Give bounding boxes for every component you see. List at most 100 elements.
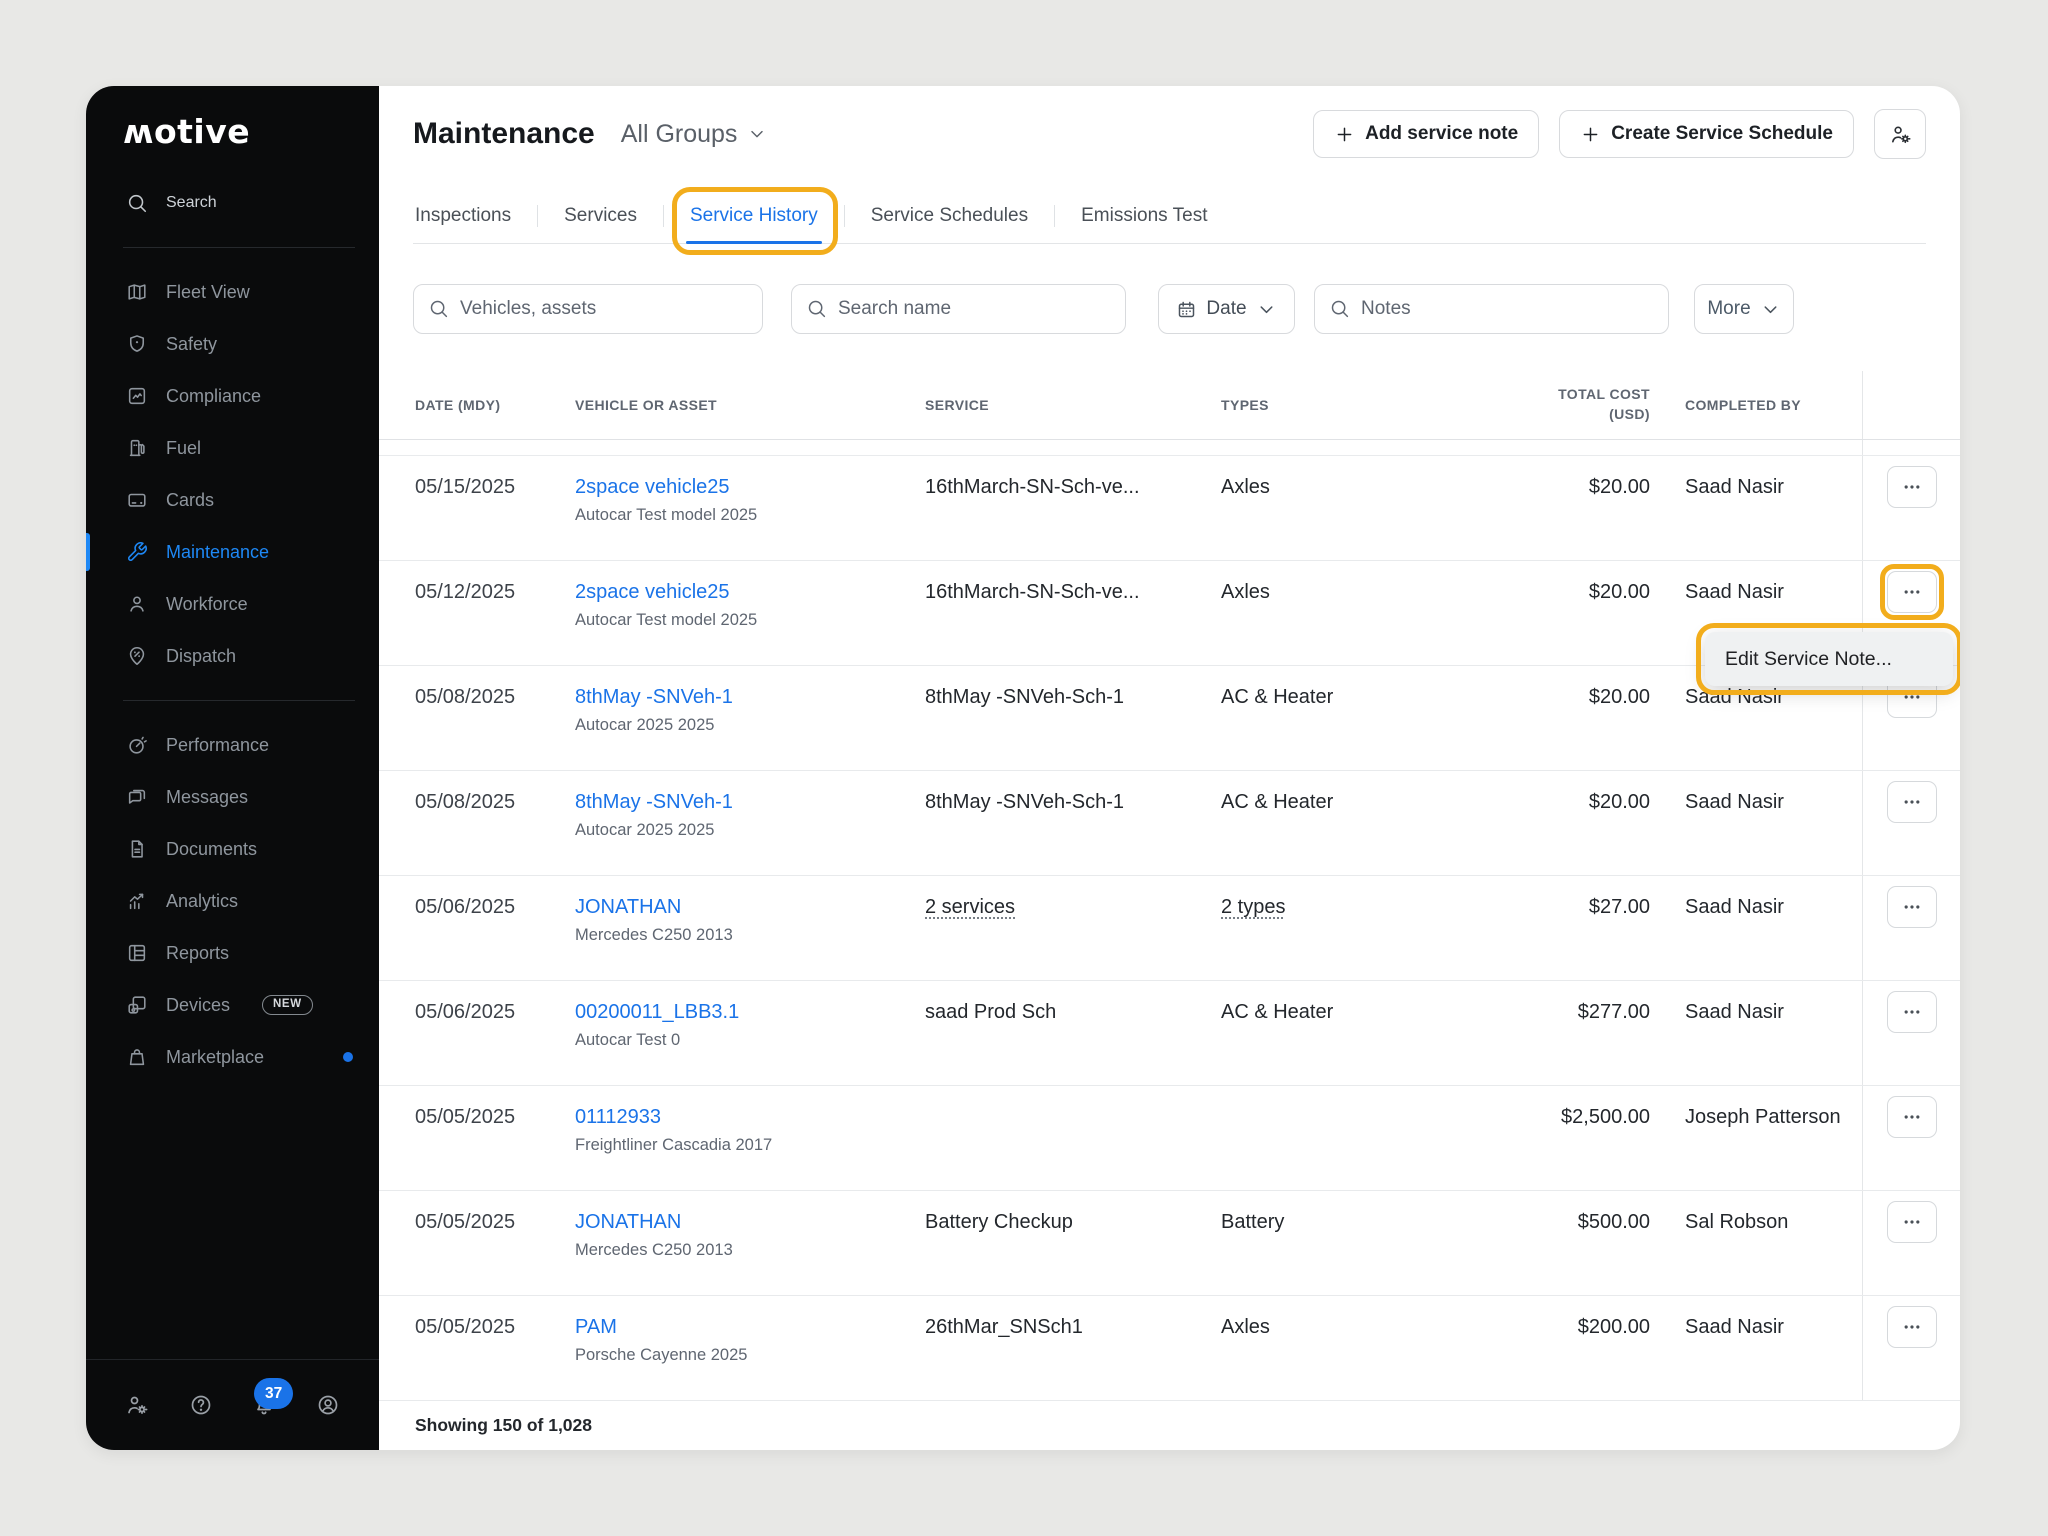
tabs: Inspections Services Service History Servic… xyxy=(413,158,1926,255)
cell-service: 8thMay -SNVeh-Sch-1 xyxy=(925,666,1221,770)
sidebar-item-fleet-view[interactable]: Fleet View xyxy=(86,266,379,318)
cell-date: 05/06/2025 xyxy=(415,1000,516,1023)
total-cost-line2: (USD) xyxy=(1609,405,1650,422)
cell-vehicle: 2space vehicle25 Autocar Test model 2025 xyxy=(575,561,925,665)
sidebar-item-messages[interactable]: Messages xyxy=(86,771,379,823)
name-filter-input[interactable] xyxy=(791,284,1126,334)
row-menu-button[interactable] xyxy=(1886,465,1937,508)
date-filter-button[interactable]: Date xyxy=(1158,284,1295,334)
cell-completed-by: Sal Robson xyxy=(1685,1210,1789,1233)
account-icon[interactable] xyxy=(316,1393,340,1417)
vehicle-model: Autocar Test 0 xyxy=(575,1030,681,1049)
row-menu-button[interactable] xyxy=(1886,780,1937,823)
cell-date: 05/05/2025 xyxy=(415,1105,516,1128)
vehicle-link[interactable]: PAM xyxy=(575,1314,925,1340)
filters-row: Date More xyxy=(413,284,1926,334)
row-menu-button[interactable] xyxy=(1886,885,1937,928)
row-menu-button[interactable] xyxy=(1886,990,1937,1033)
cell-vehicle: 2space vehicle25 Autocar Test model 2025 xyxy=(575,456,925,560)
notes-filter-input[interactable] xyxy=(1314,284,1669,334)
vehicle-link[interactable]: 2space vehicle25 xyxy=(575,579,925,605)
header-actions: Add service note Create Service Schedule xyxy=(1313,109,1926,159)
row-menu-button[interactable] xyxy=(1886,1200,1937,1243)
service-types[interactable]: 2 types xyxy=(1221,896,1285,918)
cell-completed-by: Joseph Patterson xyxy=(1685,1105,1841,1128)
cell-completed-by: Saad Nasir xyxy=(1685,1000,1784,1023)
sidebar-item-analytics[interactable]: Analytics xyxy=(86,875,379,927)
chevron-down-icon xyxy=(1256,299,1277,320)
sidebar-item-workforce[interactable]: Workforce xyxy=(86,578,379,630)
sidebar-item-devices[interactable]: Devices NEW xyxy=(86,979,379,1031)
table-header: DATE (MDY) VEHICLE OR ASSET SERVICE TYPE… xyxy=(379,371,1960,440)
service-name: 16thMarch-SN-Sch-ve... xyxy=(925,580,1140,603)
cell-service: 16thMarch-SN-Sch-ve... xyxy=(925,456,1221,560)
vehicle-model: Autocar 2025 2025 xyxy=(575,820,715,839)
row-menu-button[interactable] xyxy=(1886,1305,1937,1348)
vehicle-model: Mercedes C250 2013 xyxy=(575,925,733,944)
tab-inspections[interactable]: Inspections xyxy=(413,205,537,243)
vehicle-link[interactable]: 01112933 xyxy=(575,1104,925,1130)
row-menu-button[interactable] xyxy=(1879,563,1944,620)
service-name: 26thMar_SNSch1 xyxy=(925,1315,1083,1338)
cell-date: 05/12/2025 xyxy=(415,580,516,603)
more-filters-label: More xyxy=(1707,298,1751,319)
compliance-icon xyxy=(126,385,148,407)
create-service-schedule-button[interactable]: Create Service Schedule xyxy=(1559,110,1854,158)
vehicle-link[interactable]: 8thMay -SNVeh-1 xyxy=(575,789,925,815)
row-menu-button[interactable] xyxy=(1886,1095,1937,1138)
vehicles-filter-input[interactable] xyxy=(413,284,763,334)
tab-service-history[interactable]: Service History xyxy=(664,187,844,255)
cell-types: AC & Heater xyxy=(1221,666,1421,770)
sidebar-item-dispatch[interactable]: Dispatch xyxy=(86,630,379,682)
card-icon xyxy=(126,489,148,511)
search-icon xyxy=(126,192,148,214)
notifications-icon[interactable]: 37 xyxy=(252,1378,294,1417)
vehicle-link[interactable]: 00200011_LBB3.1 xyxy=(575,999,925,1025)
cell-total-cost: $27.00 xyxy=(1588,895,1650,918)
sidebar-item-label: Devices xyxy=(166,994,231,1015)
motive-logo: ʍotive xyxy=(123,112,251,151)
cell-actions xyxy=(1862,1190,1960,1295)
vehicle-link[interactable]: JONATHAN xyxy=(575,1209,925,1235)
tab-services[interactable]: Services xyxy=(538,205,663,243)
sidebar-item-documents[interactable]: Documents xyxy=(86,823,379,875)
tab-label: Service Schedules xyxy=(870,205,1029,226)
edit-service-note-menu-item[interactable]: Edit Service Note... xyxy=(1696,623,1960,695)
sidebar-item-cards[interactable]: Cards xyxy=(86,474,379,526)
tab-emissions-test[interactable]: Emissions Test xyxy=(1055,205,1233,243)
sidebar-item-reports[interactable]: Reports xyxy=(86,927,379,979)
vehicle-link[interactable]: 2space vehicle25 xyxy=(575,474,925,500)
sidebar-item-label: Safety xyxy=(166,333,218,354)
cell-total-cost: $20.00 xyxy=(1588,580,1650,603)
sidebar-item-safety[interactable]: Safety xyxy=(86,318,379,370)
cell-service: saad Prod Sch xyxy=(925,981,1221,1085)
vehicle-link[interactable]: JONATHAN xyxy=(575,894,925,920)
pin-icon xyxy=(126,645,148,667)
cell-actions xyxy=(1862,980,1960,1085)
sidebar-item-marketplace[interactable]: Marketplace xyxy=(86,1031,379,1083)
maintenance-settings-button[interactable] xyxy=(1874,109,1926,159)
device-icon xyxy=(126,994,148,1016)
more-filters-button[interactable]: More xyxy=(1694,284,1794,334)
tab-service-schedules[interactable]: Service Schedules xyxy=(845,205,1054,243)
cell-total-cost: $2,500.00 xyxy=(1561,1105,1650,1128)
help-icon[interactable] xyxy=(189,1393,213,1417)
plus-icon xyxy=(1334,124,1355,145)
service-name: 16thMarch-SN-Sch-ve... xyxy=(925,475,1140,498)
new-badge: NEW xyxy=(262,995,313,1015)
group-filter-dropdown[interactable]: All Groups xyxy=(621,120,768,149)
sidebar-search[interactable]: Search xyxy=(86,177,379,229)
vehicle-link[interactable]: 8thMay -SNVeh-1 xyxy=(575,684,925,710)
sidebar-item-fuel[interactable]: Fuel xyxy=(86,422,379,474)
admin-settings-icon[interactable] xyxy=(125,1393,149,1417)
cell-date: 05/08/2025 xyxy=(415,685,516,708)
sidebar-item-maintenance[interactable]: Maintenance xyxy=(86,526,379,578)
sidebar-item-compliance[interactable]: Compliance xyxy=(86,370,379,422)
sidebar-item-performance[interactable]: Performance xyxy=(86,719,379,771)
service-name[interactable]: 2 services xyxy=(925,896,1015,918)
sidebar-item-label: Documents xyxy=(166,838,258,859)
add-service-note-button[interactable]: Add service note xyxy=(1313,110,1540,158)
cell-completed-by: Saad Nasir xyxy=(1685,475,1784,498)
cell-actions xyxy=(1862,770,1960,875)
sidebar-group-main: Fleet View Safety Compliance Fuel Cards Maint… xyxy=(86,266,379,682)
